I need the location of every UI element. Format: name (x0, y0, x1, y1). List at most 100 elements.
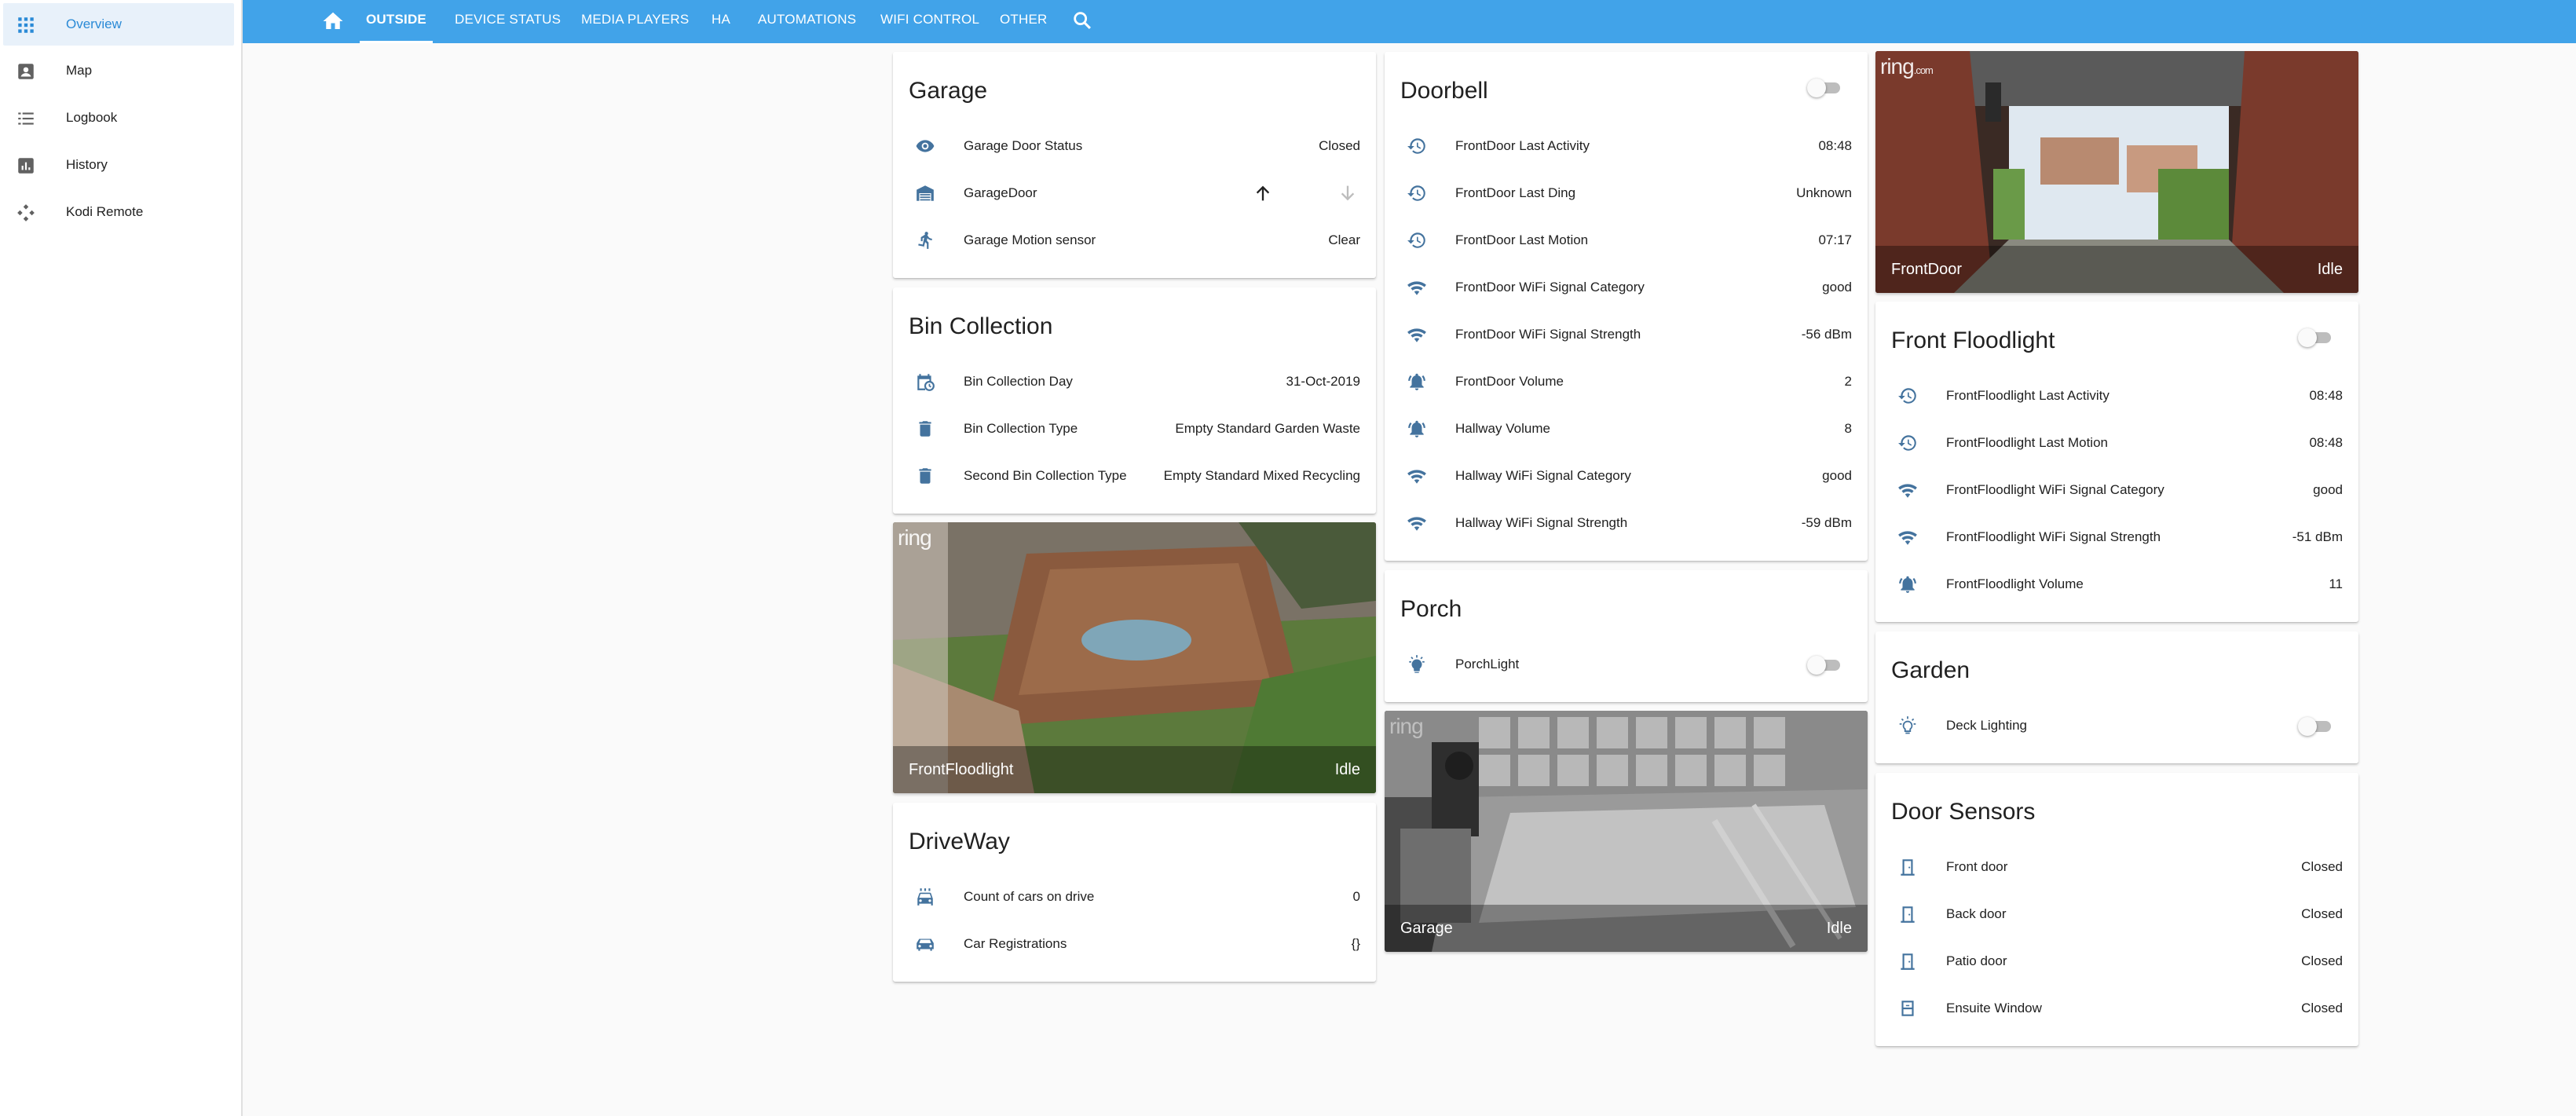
sidebar-item-label: Map (66, 63, 93, 78)
entity-row-hallway-wifi-strength[interactable]: Hallway WiFi Signal Strength -59 dBm (1385, 499, 1868, 547)
camera-frontdoor[interactable]: ring.com FrontDoor Idle (1875, 51, 2358, 293)
entity-name: Car Registrations (964, 936, 1067, 951)
entity-state: 08:48 (1818, 138, 1852, 153)
sidebar-item-history[interactable]: History (3, 144, 234, 186)
entity-state: good (1822, 468, 1852, 483)
driveway-card: DriveWay Count of cars on drive 0 Car Re… (893, 803, 1376, 982)
entity-row-back-door[interactable]: Back door Closed (1875, 891, 2358, 938)
camera-name: FrontDoor (1891, 261, 1963, 278)
entity-row-patio-door[interactable]: Patio door Closed (1875, 938, 2358, 985)
car-wash-icon (915, 887, 935, 907)
porchlight-toggle[interactable] (1807, 654, 1843, 675)
history-icon (1407, 230, 1427, 251)
tab-wifi-control[interactable]: WIFI CONTROL (880, 0, 979, 43)
entity-name: Ensuite Window (1946, 1001, 2042, 1015)
entity-row-porchlight: PorchLight (1385, 641, 1868, 688)
tab-ha[interactable]: HA (712, 0, 730, 43)
doorbell-toggle[interactable] (1807, 77, 1843, 97)
entity-row-garage-motion-sensor[interactable]: Garage Motion sensor Clear (893, 217, 1376, 264)
entity-name: FrontDoor Last Ding (1455, 185, 1576, 200)
arrow-down-icon[interactable] (1337, 182, 1359, 204)
entity-state: 31-Oct-2019 (1286, 374, 1361, 389)
search-icon[interactable] (1071, 9, 1093, 31)
entity-row-floodlight-last-activity[interactable]: FrontFloodlight Last Activity 08:48 (1875, 372, 2358, 419)
entity-row-bin-collection-day[interactable]: Bin Collection Day 31-Oct-2019 (893, 358, 1376, 405)
entity-row-frontdoor-volume[interactable]: FrontDoor Volume 2 (1385, 358, 1868, 405)
entity-name: GarageDoor (964, 185, 1037, 200)
sidebar-item-kodi-remote[interactable]: Kodi Remote (3, 191, 234, 233)
doorbell-card: Doorbell FrontDoor Last Activity 08:48 F… (1385, 52, 1868, 561)
entity-name: FrontFloodlight WiFi Signal Strength (1946, 529, 2161, 544)
entity-row-deck-lighting: Deck Lighting (1875, 702, 2358, 749)
tab-device-status[interactable]: DEVICE STATUS (455, 0, 561, 43)
entity-name: Deck Lighting (1946, 718, 2028, 733)
entity-state: 11 (2329, 576, 2343, 591)
entity-state: good (1822, 280, 1852, 295)
home-icon[interactable] (321, 9, 345, 33)
card-title: DriveWay (909, 829, 1010, 854)
entity-row-floodlight-volume[interactable]: FrontFloodlight Volume 11 (1875, 561, 2358, 608)
camera-garage[interactable]: ring Garage Idle (1385, 711, 1868, 952)
arrow-up-icon[interactable] (1252, 182, 1274, 204)
entity-state: Closed (2301, 906, 2343, 921)
entity-row-second-bin-collection-type[interactable]: Second Bin Collection Type Empty Standar… (893, 452, 1376, 499)
entity-row-ensuite-window[interactable]: Ensuite Window Closed (1875, 985, 2358, 1032)
sidebar-item-map[interactable]: Map (3, 49, 234, 92)
entity-row-frontdoor-last-activity[interactable]: FrontDoor Last Activity 08:48 (1385, 123, 1868, 170)
tab-outside[interactable]: OUTSIDE (360, 0, 433, 43)
entity-state: -51 dBm (2292, 529, 2343, 544)
entity-name: Front door (1946, 859, 2008, 874)
entity-name: FrontFloodlight WiFi Signal Category (1946, 482, 2164, 497)
entity-name: FrontDoor Last Activity (1455, 138, 1590, 153)
entity-name: Count of cars on drive (964, 889, 1095, 904)
wifi-icon (1407, 277, 1427, 298)
tab-other[interactable]: OTHER (1000, 0, 1048, 43)
remote-icon (17, 204, 35, 221)
entity-row-front-door[interactable]: Front door Closed (1875, 843, 2358, 891)
camera-caption-bar (1385, 905, 1868, 952)
garage-card-content: Garage Garage Door Status Closed GarageD… (893, 52, 1376, 278)
entity-state: Empty Standard Garden Waste (1175, 421, 1360, 436)
entity-state: {} (1351, 936, 1360, 951)
lightbulb-on-icon (1407, 654, 1427, 675)
entity-name: FrontFloodlight Last Activity (1946, 388, 2109, 403)
wifi-icon (1897, 480, 1918, 500)
entity-row-floodlight-wifi-strength[interactable]: FrontFloodlight WiFi Signal Strength -51… (1875, 514, 2358, 561)
entity-name: Patio door (1946, 953, 2007, 968)
sidebar-item-label: Kodi Remote (66, 204, 144, 219)
entity-row-frontdoor-wifi-strength[interactable]: FrontDoor WiFi Signal Strength -56 dBm (1385, 311, 1868, 358)
entity-state: 8 (1844, 421, 1852, 436)
floodlight-toggle[interactable] (2298, 327, 2334, 347)
entity-row-car-registrations[interactable]: Car Registrations {} (893, 920, 1376, 968)
entity-state: -59 dBm (1801, 515, 1852, 530)
sidebar-item-logbook[interactable]: Logbook (3, 97, 234, 139)
car-icon (915, 934, 935, 954)
entity-row-bin-collection-type[interactable]: Bin Collection Type Empty Standard Garde… (893, 405, 1376, 452)
wifi-icon (1407, 513, 1427, 533)
entity-row-hallway-wifi-category[interactable]: Hallway WiFi Signal Category good (1385, 452, 1868, 499)
porch-card: Porch PorchLight (1385, 570, 1868, 702)
entity-row-garage-door-status[interactable]: Garage Door Status Closed (893, 123, 1376, 170)
camera-frontfloodlight[interactable]: ring FrontFloodlight Idle (893, 522, 1376, 793)
entity-row-count-of-cars[interactable]: Count of cars on drive 0 (893, 873, 1376, 920)
card-title: Door Sensors (1891, 799, 2036, 825)
entity-row-frontdoor-last-motion[interactable]: FrontDoor Last Motion 07:17 (1385, 217, 1868, 264)
card-title: Garden (1891, 657, 1970, 683)
calendar-clock-icon (915, 371, 935, 392)
entity-state: 08:48 (2309, 435, 2343, 450)
entity-row-floodlight-wifi-category[interactable]: FrontFloodlight WiFi Signal Category goo… (1875, 467, 2358, 514)
entity-row-frontdoor-wifi-category[interactable]: FrontDoor WiFi Signal Category good (1385, 264, 1868, 311)
entity-row-floodlight-last-motion[interactable]: FrontFloodlight Last Motion 08:48 (1875, 419, 2358, 467)
tab-automations[interactable]: AUTOMATIONS (758, 0, 856, 43)
sidebar-item-overview[interactable]: Overview (3, 3, 234, 46)
tab-media-players[interactable]: MEDIA PLAYERS (581, 0, 689, 43)
entity-state: 0 (1352, 889, 1360, 904)
lightbulb-outline-icon (1897, 715, 1918, 736)
deck-lighting-toggle[interactable] (2298, 715, 2334, 736)
entity-row-frontdoor-last-ding[interactable]: FrontDoor Last Ding Unknown (1385, 170, 1868, 217)
bin-collection-card: Bin Collection Bin Collection Day 31-Oct… (893, 287, 1376, 514)
bell-ring-icon (1407, 419, 1427, 439)
entity-name: Back door (1946, 906, 2007, 921)
entity-name: Bin Collection Day (964, 374, 1073, 389)
entity-row-hallway-volume[interactable]: Hallway Volume 8 (1385, 405, 1868, 452)
